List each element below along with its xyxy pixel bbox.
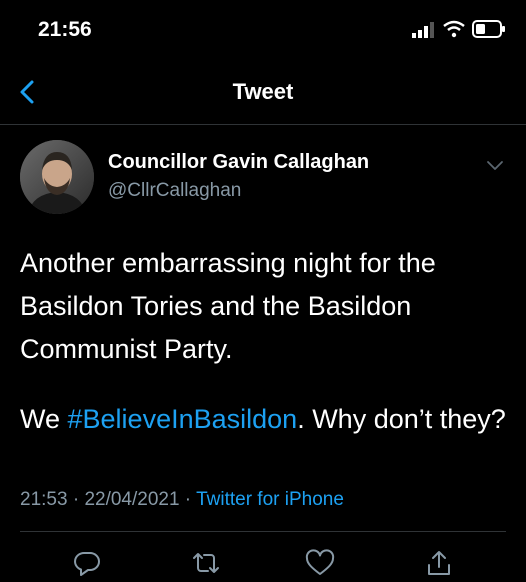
author-handle[interactable]: @CllrCallaghan [108, 180, 241, 202]
status-time: 21:56 [38, 18, 92, 41]
avatar[interactable] [20, 140, 94, 214]
like-icon[interactable] [305, 548, 335, 578]
status-bar: 21:56 [0, 0, 526, 60]
reply-icon[interactable] [72, 548, 102, 578]
divider [20, 531, 506, 532]
meta-separator: · [179, 489, 197, 510]
tweet-time: 21:53 [20, 489, 68, 510]
tweet-source-link[interactable]: Twitter for iPhone [196, 489, 344, 510]
page-title: Tweet [232, 79, 294, 104]
tweet-date: 22/04/2021 [84, 489, 180, 510]
tweet-text-segment: . Why don’t they? [297, 404, 506, 434]
meta-separator: · [67, 489, 85, 510]
chevron-down-icon[interactable] [484, 154, 506, 176]
share-icon[interactable] [424, 548, 454, 578]
author-name[interactable]: Councillor Gavin Callaghan [108, 151, 369, 174]
tweet-text: Another embarrassing night for the Basil… [20, 242, 510, 441]
tweet-paragraph: We #BelieveInBasildon. Why don’t they? [20, 398, 510, 441]
tweet-paragraph: Another embarrassing night for the Basil… [20, 248, 436, 364]
tweet-text-segment: We [20, 404, 68, 434]
battery-icon [472, 20, 505, 38]
nav-bar: Tweet [0, 60, 526, 125]
tweet-meta: 21:53 · 22/04/2021 · Twitter for iPhone [20, 489, 344, 511]
retweet-icon[interactable] [191, 548, 221, 578]
signal-icon [412, 22, 434, 38]
hashtag-link[interactable]: #BelieveInBasildon [68, 404, 298, 434]
wifi-icon [443, 20, 465, 38]
